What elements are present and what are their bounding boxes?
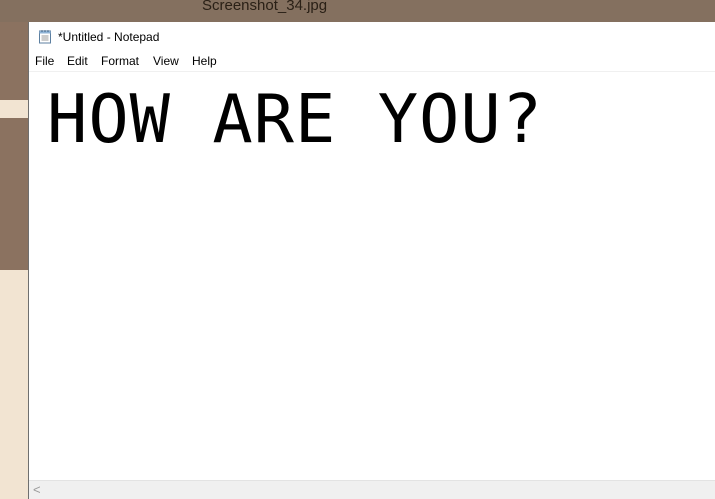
menu-format[interactable]: Format (101, 54, 139, 68)
menu-file[interactable]: File (35, 54, 54, 68)
notepad-icon[interactable] (38, 29, 52, 44)
menu-view[interactable]: View (153, 54, 179, 68)
menu-help[interactable]: Help (192, 54, 217, 68)
background-window-titlebar: Screenshot_34.jpg (0, 0, 715, 22)
window-title: *Untitled - Notepad (58, 30, 160, 44)
title-bar[interactable]: *Untitled - Notepad (29, 22, 715, 52)
screen: Screenshot_34.jpg *Untitled - Notepad Fi… (0, 0, 715, 499)
menu-edit[interactable]: Edit (67, 54, 88, 68)
horizontal-scrollbar[interactable]: < (29, 480, 715, 499)
background-panel-light-lower (0, 270, 28, 499)
menu-bar: File Edit Format View Help (29, 52, 715, 72)
background-file-title: Screenshot_34.jpg (202, 0, 328, 14)
scroll-left-arrow-icon[interactable]: < (33, 482, 41, 498)
editor-content[interactable]: HOW ARE YOU? (47, 77, 543, 161)
background-panel-light (0, 100, 28, 118)
notepad-window: *Untitled - Notepad File Edit Format Vie… (28, 22, 715, 499)
text-editor-area[interactable]: HOW ARE YOU? (29, 72, 715, 480)
